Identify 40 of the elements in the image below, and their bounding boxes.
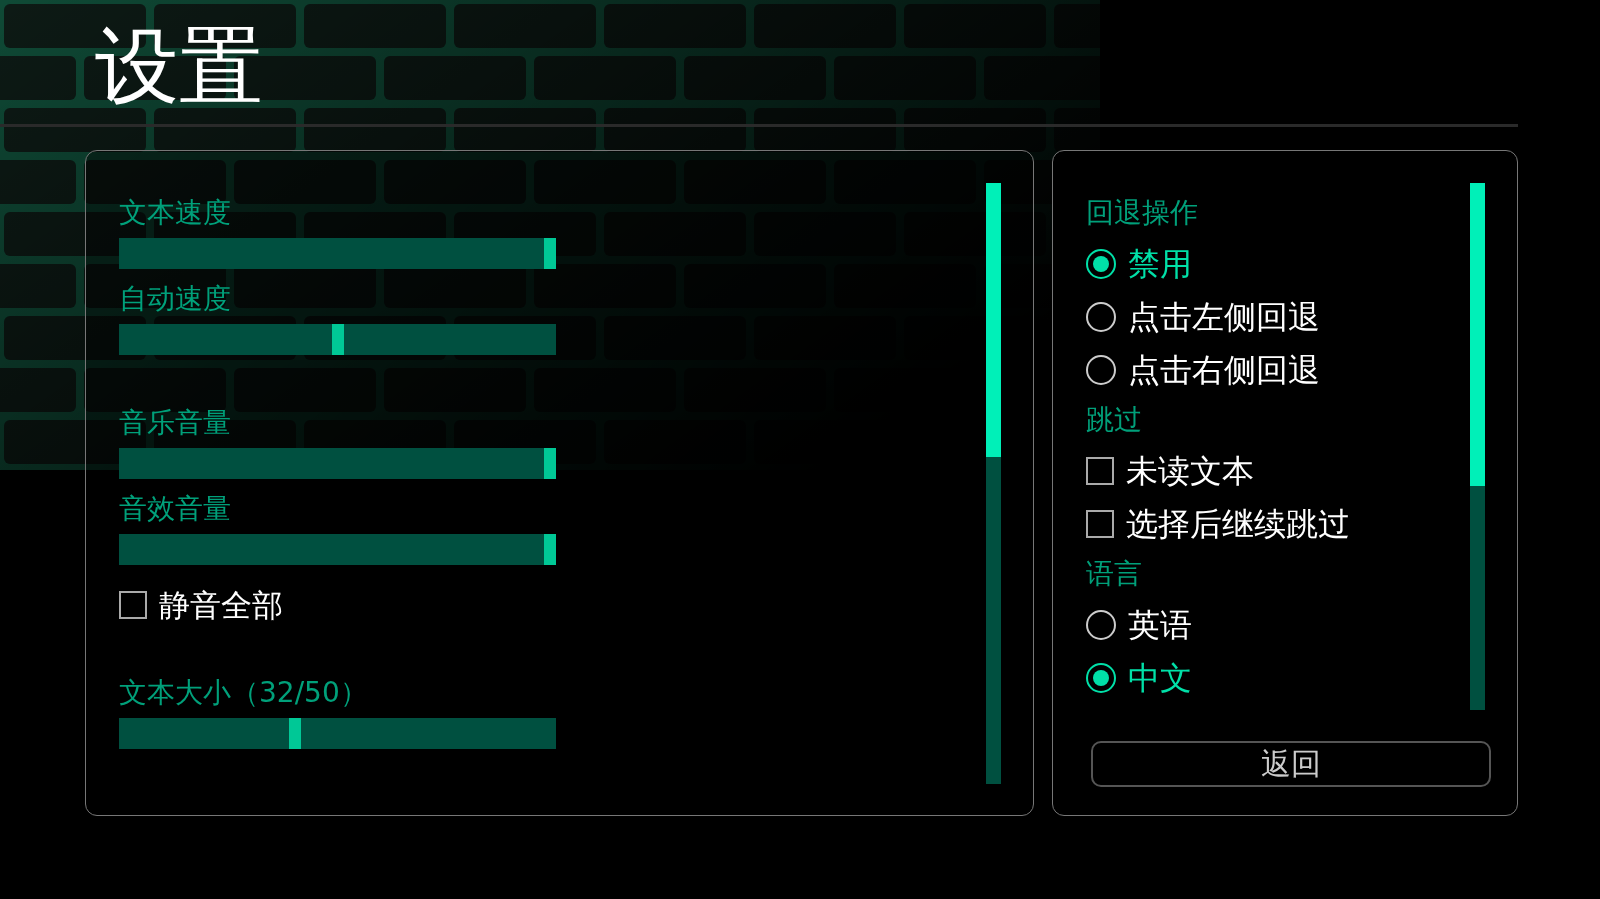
slider-label: 自动速度 <box>119 281 231 317</box>
slider[interactable] <box>119 238 556 269</box>
scrollbar-thumb[interactable] <box>1470 183 1485 486</box>
slider[interactable] <box>119 534 556 565</box>
slider[interactable] <box>119 324 556 355</box>
slider-thumb[interactable] <box>544 238 556 269</box>
radio-label[interactable]: 禁用 <box>1128 244 1192 284</box>
back-button[interactable]: 返回 <box>1091 741 1491 787</box>
checkbox[interactable] <box>1086 510 1114 538</box>
radio-button[interactable] <box>1086 663 1116 693</box>
scrollbar[interactable] <box>1470 183 1485 710</box>
radio-label[interactable]: 中文 <box>1128 658 1192 698</box>
slider-label: 音效音量 <box>119 491 231 527</box>
radio-button[interactable] <box>1086 610 1116 640</box>
checkbox-label[interactable]: 未读文本 <box>1126 451 1254 491</box>
radio-button[interactable] <box>1086 355 1116 385</box>
radio-label[interactable]: 点击左侧回退 <box>1128 297 1320 337</box>
checkbox-label[interactable]: 选择后继续跳过 <box>1126 504 1350 544</box>
section-label: 跳过 <box>1086 402 1142 438</box>
checkbox-label[interactable]: 静音全部 <box>159 585 283 625</box>
radio-button[interactable] <box>1086 302 1116 332</box>
slider-thumb[interactable] <box>544 448 556 479</box>
scrollbar[interactable] <box>986 183 1001 784</box>
slider[interactable] <box>119 718 556 749</box>
checkbox[interactable] <box>119 591 147 619</box>
section-label: 语言 <box>1086 556 1142 592</box>
slider-label: 文本速度 <box>119 195 231 231</box>
radio-label[interactable]: 点击右侧回退 <box>1128 350 1320 390</box>
slider-thumb[interactable] <box>289 718 301 749</box>
checkbox[interactable] <box>1086 457 1114 485</box>
slider[interactable] <box>119 448 556 479</box>
radio-label[interactable]: 英语 <box>1128 605 1192 645</box>
page-title: 设置 <box>95 18 263 114</box>
section-label: 回退操作 <box>1086 195 1198 231</box>
slider-label: 文本大小（32/50） <box>119 675 368 711</box>
slider-label: 音乐音量 <box>119 405 231 441</box>
slider-thumb[interactable] <box>544 534 556 565</box>
slider-thumb[interactable] <box>331 324 344 355</box>
scrollbar-thumb[interactable] <box>986 183 1001 457</box>
radio-button[interactable] <box>1086 249 1116 279</box>
